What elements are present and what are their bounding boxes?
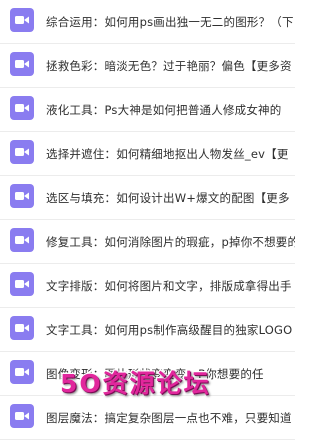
item-title: 图层魔法：搞定复杂图层一点也不难，只要知道 xyxy=(46,410,292,425)
video-camera-icon xyxy=(10,228,34,252)
video-camera-icon xyxy=(10,316,34,340)
item-title: 选择并遮住：如何精细地抠出人物发丝_ev【更 xyxy=(46,146,289,161)
video-camera-icon xyxy=(10,96,34,120)
item-title: 选区与填充：如何设计出W+爆文的配图【更多 xyxy=(46,190,290,205)
item-title: 综合运用：如何用ps画出独一无二的图形？（下 xyxy=(46,14,294,29)
list-item[interactable]: 综合运用：如何用ps画出独一无二的图形？（下 xyxy=(0,0,295,44)
video-camera-icon xyxy=(10,404,34,428)
list-item[interactable]: 文字排版：如何将图片和文字，排版成拿得出手 xyxy=(0,264,295,308)
list-item[interactable]: 修复工具：如何消除图片的瑕疵，p掉你不想要的 xyxy=(0,220,295,264)
item-title: 文字工具：如何用ps制作高级醒目的独家LOGO xyxy=(46,322,293,337)
item-title: 修复工具：如何消除图片的瑕疵，p掉你不想要的 xyxy=(46,234,295,249)
list-item[interactable]: 图层魔法：搞定复杂图层一点也不难，只要知道 xyxy=(0,396,295,440)
list-item[interactable]: 文字工具：如何用ps制作高级醒目的独家LOGO xyxy=(0,308,295,352)
list-item[interactable]: 液化工具：Ps大神是如何把普通人修成女神的 xyxy=(0,88,295,132)
list-item[interactable]: 选区与填充：如何设计出W+爆文的配图【更多 xyxy=(0,176,295,220)
watermark-logo: 5O资源论坛 xyxy=(59,368,211,400)
item-title: 液化工具：Ps大神是如何把普通人修成女神的 xyxy=(46,102,282,117)
video-camera-icon xyxy=(10,140,34,164)
video-camera-icon xyxy=(10,272,34,296)
item-title: 拯救色彩：暗淡无色？过于艳丽？偏色【更多资 xyxy=(46,58,292,73)
list-item[interactable]: 拯救色彩：暗淡无色？过于艳丽？偏色【更多资 xyxy=(0,44,295,88)
item-title: 文字排版：如何将图片和文字，排版成拿得出手 xyxy=(46,278,292,293)
video-camera-icon xyxy=(10,184,34,208)
video-camera-icon xyxy=(10,360,34,384)
video-camera-icon xyxy=(10,52,34,76)
list-item[interactable]: 选择并遮住：如何精细地抠出人物发丝_ev【更 xyxy=(0,132,295,176)
video-camera-icon xyxy=(10,8,34,32)
